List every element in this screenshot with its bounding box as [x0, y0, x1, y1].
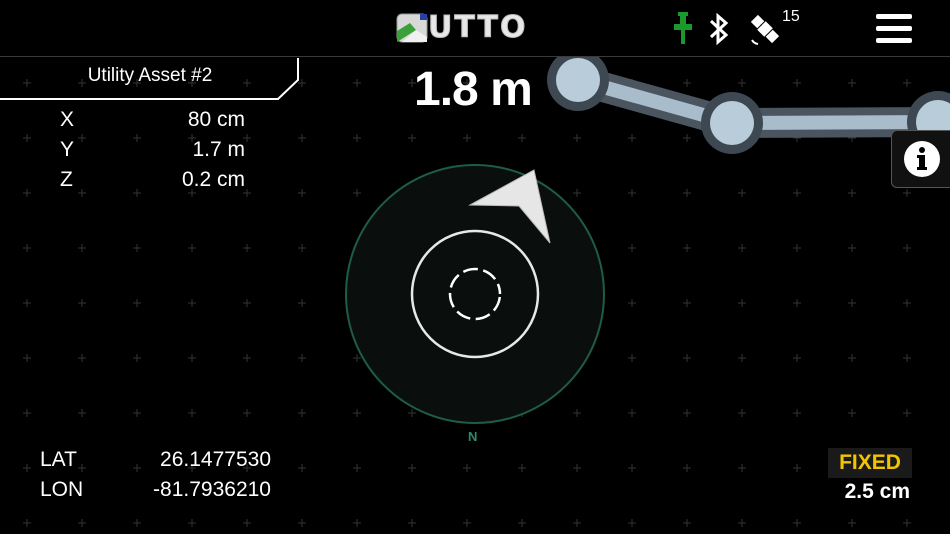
latitude-value: 26.1477530: [160, 448, 271, 471]
compass-north-label: N: [468, 429, 478, 444]
gnss-fix-status: FIXED: [828, 448, 912, 478]
gnss-accuracy: 2.5 cm: [844, 480, 910, 503]
info-icon: [904, 141, 940, 177]
latitude-label: LAT: [40, 448, 77, 471]
longitude-value: -81.7936210: [153, 478, 271, 501]
longitude-row: LON -81.7936210: [0, 478, 300, 508]
latitude-row: LAT 26.1477530: [0, 448, 300, 478]
longitude-label: LON: [40, 478, 84, 501]
info-button[interactable]: [891, 130, 950, 188]
